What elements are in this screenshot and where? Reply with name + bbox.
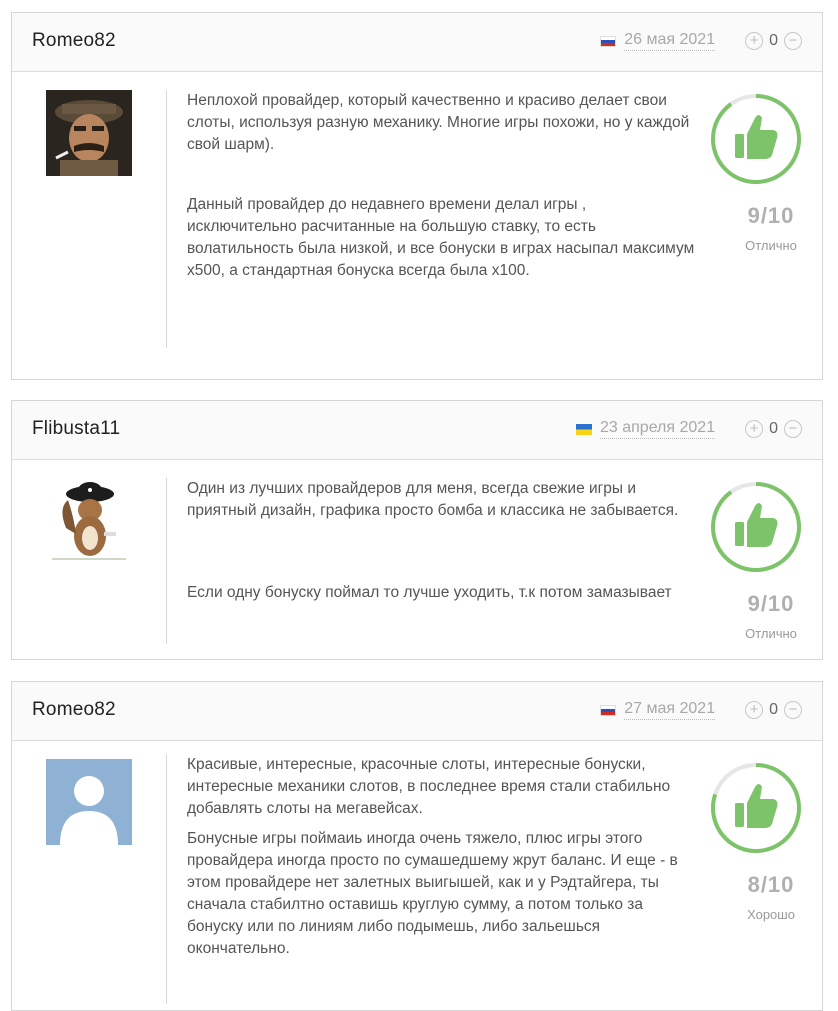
vote-count: 0	[769, 701, 778, 718]
flag-russia-icon	[600, 704, 617, 716]
flag-ukraine-icon	[575, 423, 592, 435]
review-card: Flibusta11 23 апреля 2021 + 0 − Один из …	[11, 400, 823, 660]
review-paragraph: Данный провайдер до недавнего времени де…	[187, 196, 695, 279]
review-date: 27 мая 2021	[624, 700, 716, 720]
review-author[interactable]: Romeo82	[32, 30, 116, 52]
rating-ring	[711, 482, 801, 572]
review-header: Romeo82 27 мая 2021 + 0 −	[12, 682, 822, 741]
review-meta: 26 мая 2021 + 0 −	[600, 31, 802, 51]
thumbs-up-icon	[735, 115, 778, 159]
review-author[interactable]: Romeo82	[32, 699, 116, 721]
review-score: 8/10	[747, 872, 795, 897]
vote-up-button[interactable]: +	[745, 420, 764, 438]
thumbs-up-icon	[735, 784, 778, 828]
review-score-label: Хорошо	[747, 907, 795, 922]
review-paragraph: Один из лучших провайдеров для меня, все…	[187, 480, 679, 519]
review-paragraph: Красивые, интересные, красочные слоты, и…	[187, 756, 671, 817]
review-score-label: Отлично	[745, 238, 797, 253]
review-meta: 23 апреля 2021 + 0 −	[575, 419, 802, 439]
review-meta: 27 мая 2021 + 0 −	[600, 700, 802, 720]
review-date: 23 апреля 2021	[599, 419, 716, 439]
review-card: Romeo82 27 мая 2021 + 0 − Красивые, инте…	[11, 681, 823, 1011]
user-avatar[interactable]	[46, 478, 132, 564]
vote-down-button[interactable]: −	[784, 32, 802, 50]
review-header: Flibusta11 23 апреля 2021 + 0 −	[12, 401, 822, 460]
flag-russia-icon	[600, 35, 617, 47]
default-avatar-icon[interactable]	[46, 759, 132, 845]
review-score: 9/10	[747, 203, 795, 228]
vote-down-button[interactable]: −	[784, 701, 802, 719]
review-text: Красивые, интересные, красочные слоты, и…	[166, 754, 697, 1004]
vote-count: 0	[769, 32, 778, 49]
review-author[interactable]: Flibusta11	[32, 418, 120, 440]
vote-down-button[interactable]: −	[784, 420, 802, 438]
review-card: Romeo82 26 мая 2021 + 0 − Неплохой прова…	[11, 12, 823, 380]
vote-up-button[interactable]: +	[745, 701, 764, 719]
review-date: 26 мая 2021	[624, 31, 716, 51]
vote-count: 0	[769, 420, 778, 437]
review-paragraph: Бонусные игры поймаиь иногда очень тяжел…	[187, 830, 678, 957]
review-score-label: Отлично	[745, 626, 797, 641]
rating-ring	[711, 763, 801, 853]
thumbs-up-icon	[735, 503, 778, 547]
review-paragraph: Неплохой провайдер, который качественно …	[187, 92, 690, 153]
review-score: 9/10	[747, 591, 795, 616]
review-header: Romeo82 26 мая 2021 + 0 −	[12, 13, 822, 72]
vote-up-button[interactable]: +	[745, 32, 764, 50]
review-text: Один из лучших провайдеров для меня, все…	[166, 478, 697, 644]
review-paragraph: Если одну бонуску поймал то лучше уходит…	[187, 584, 672, 601]
user-avatar[interactable]	[46, 90, 132, 176]
review-text: Неплохой провайдер, который качественно …	[166, 90, 697, 348]
rating-ring	[711, 94, 801, 184]
